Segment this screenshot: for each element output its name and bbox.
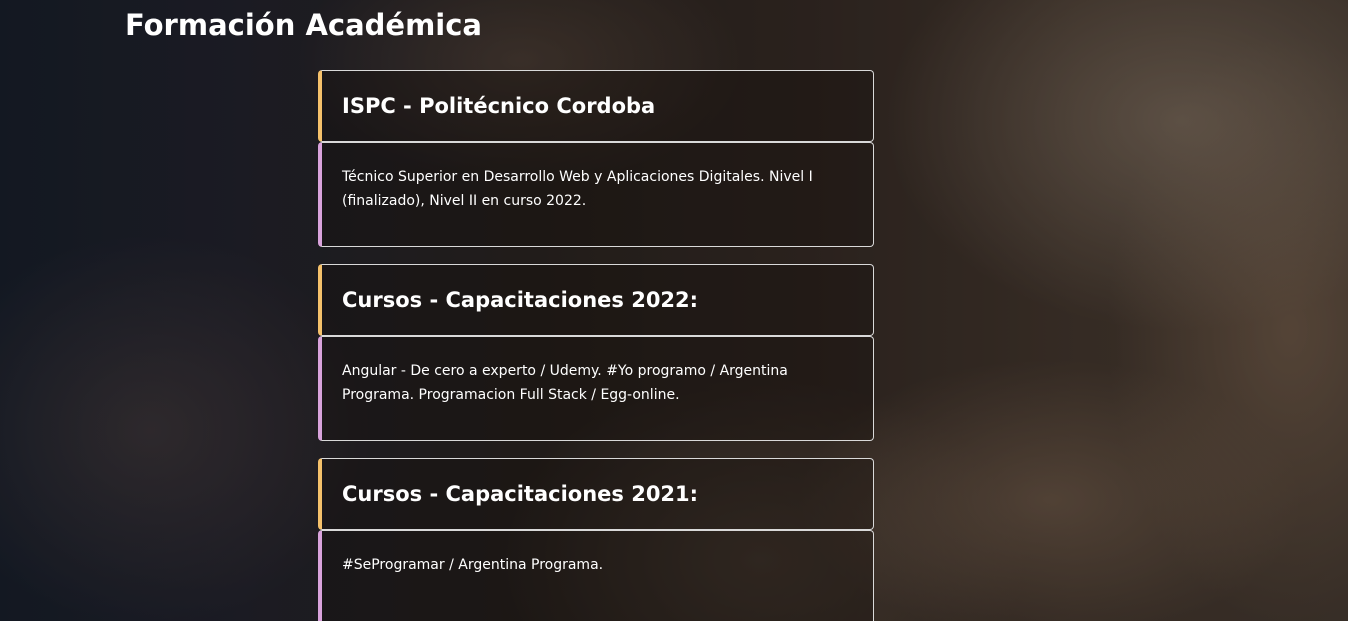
education-entry: ISPC - Politécnico Cordoba Técnico Super… [318, 70, 874, 247]
entry-title: ISPC - Politécnico Cordoba [342, 94, 656, 118]
entry-body: Angular - De cero a experto / Udemy. #Yo… [318, 336, 874, 441]
entry-body: Técnico Superior en Desarrollo Web y Apl… [318, 142, 874, 247]
education-entry: Cursos - Capacitaciones 2021: #SeProgram… [318, 458, 874, 621]
entry-title: Cursos - Capacitaciones 2022: [342, 288, 699, 312]
entry-description: Técnico Superior en Desarrollo Web y Apl… [342, 169, 813, 209]
entry-description: #SeProgramar / Argentina Programa. [342, 557, 604, 573]
entry-header: Cursos - Capacitaciones 2021: [318, 458, 874, 530]
entry-header: Cursos - Capacitaciones 2022: [318, 264, 874, 336]
entry-header: ISPC - Politécnico Cordoba [318, 70, 874, 142]
education-list: ISPC - Politécnico Cordoba Técnico Super… [318, 70, 874, 621]
entry-body: #SeProgramar / Argentina Programa. [318, 530, 874, 621]
section-title: Formación Académica [125, 8, 482, 42]
entry-description: Angular - De cero a experto / Udemy. #Yo… [342, 363, 788, 403]
entry-title: Cursos - Capacitaciones 2021: [342, 482, 699, 506]
education-entry: Cursos - Capacitaciones 2022: Angular - … [318, 264, 874, 441]
